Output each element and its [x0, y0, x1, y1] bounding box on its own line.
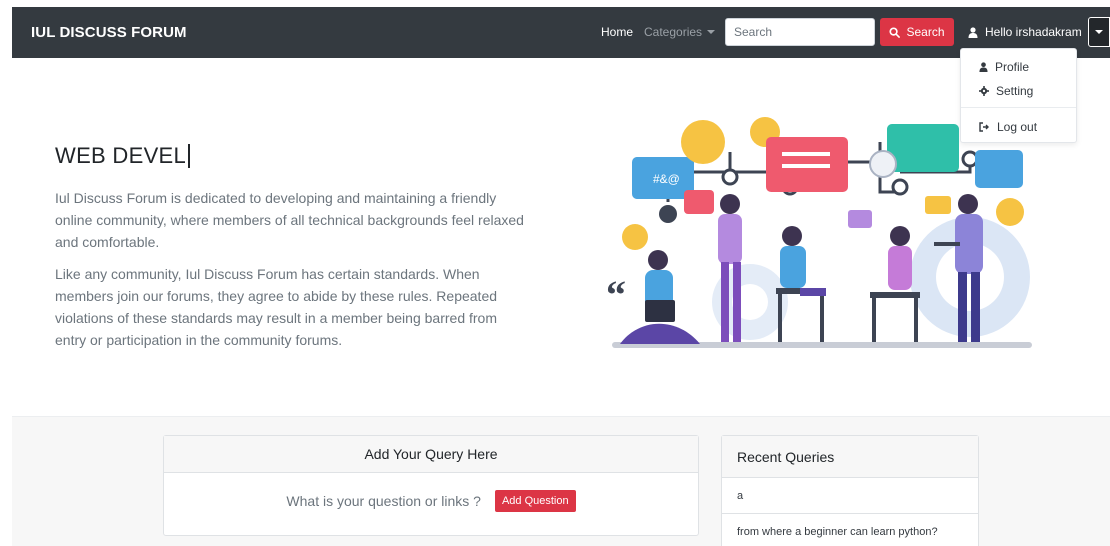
gear-icon: [979, 86, 989, 96]
app-root: IUL DISCUSS FORUM Home Categories Search…: [0, 0, 1110, 546]
recent-query-item[interactable]: from where a beginner can learn python?: [722, 514, 978, 546]
user-icon: [979, 62, 988, 72]
node-icon: [721, 168, 739, 186]
recent-query-item[interactable]: a: [722, 478, 978, 514]
search-button-label: Search: [906, 25, 945, 39]
person-sitting-chair: [776, 226, 826, 342]
menu-item-label: Profile: [995, 60, 1030, 74]
menu-item-label: Setting: [996, 84, 1034, 98]
brand-logo[interactable]: IUL DISCUSS FORUM: [31, 24, 187, 41]
lightbulb-icon: [681, 120, 725, 164]
menu-item-profile[interactable]: Profile: [979, 60, 1029, 74]
hero-paragraph-2: Like any community, Iul Discuss Forum ha…: [55, 266, 498, 348]
user-icon: [968, 26, 978, 38]
typing-cursor: [188, 144, 191, 168]
cloud-upload-icon: [887, 124, 959, 172]
add-question-button[interactable]: Add Question: [494, 490, 576, 512]
recent-queries-title: Recent Queries: [722, 436, 978, 478]
add-query-card-title: Add Your Query Here: [164, 436, 698, 473]
hero-paragraph-1: Iul Discuss Forum is dedicated to develo…: [55, 190, 524, 250]
hero-title: WEB DEVEL: [55, 143, 191, 169]
node-icon: [961, 150, 979, 168]
clock-icon: [869, 150, 897, 178]
nav-categories-dropdown[interactable]: Categories: [644, 25, 716, 39]
caret-down-icon: [707, 30, 716, 34]
search-icon: [889, 26, 901, 38]
search-button[interactable]: Search: [880, 18, 954, 46]
nav-home-link[interactable]: Home: [601, 25, 633, 39]
add-query-card: Add Your Query Here What is your questio…: [163, 435, 699, 536]
quote-icon: “: [606, 272, 626, 317]
nav-categories-label: Categories: [644, 25, 703, 39]
check-badge-icon: [996, 198, 1024, 226]
community-illustration: #&@ “: [606, 117, 1032, 348]
user-greeting: Hello irshadakram: [985, 25, 1082, 39]
person-sitting-laptop: [620, 250, 700, 344]
query-prompt-row: What is your question or links ? Add Que…: [164, 490, 698, 512]
caret-down-icon: [1095, 30, 1103, 34]
chat-bubble-icon: [925, 196, 951, 214]
chat-bubble-icon: [684, 190, 714, 214]
user-menu-toggle[interactable]: Hello irshadakram: [968, 25, 1082, 39]
bubble-line: [782, 164, 830, 168]
megaphone-bubble-icon: [975, 150, 1023, 188]
hero-title-text: WEB DEVEL: [55, 143, 187, 168]
dollar-node-icon: [659, 205, 677, 223]
menu-divider: [961, 107, 1076, 108]
bubble-symbol: #&@: [653, 172, 680, 186]
menu-item-setting[interactable]: Setting: [979, 84, 1033, 98]
bubble-line: [782, 152, 830, 156]
query-prompt-text: What is your question or links ?: [286, 493, 481, 509]
chat-bubble-icon: [848, 210, 872, 228]
recent-queries-card: Recent Queries a from where a beginner c…: [721, 435, 979, 546]
top-navbar: IUL DISCUSS FORUM Home Categories Search…: [12, 7, 1110, 58]
user-menu-dropdown-button[interactable]: [1088, 17, 1110, 47]
node-icon: [891, 178, 909, 196]
search-input[interactable]: [725, 18, 875, 46]
check-badge-icon: [622, 224, 648, 250]
